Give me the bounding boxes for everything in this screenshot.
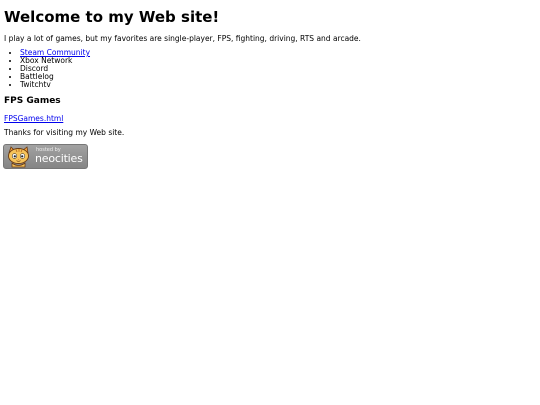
list-item: Twitchtv <box>20 81 90 89</box>
twitchtv-item: Twitchtv <box>20 80 51 89</box>
intro-paragraph: I play a lot of games, but my favorites … <box>4 34 361 43</box>
fps-link-paragraph: FPSGames.html <box>4 114 63 123</box>
neocities-badge[interactable]: hosted by neocities <box>3 144 88 169</box>
section-heading: FPS Games <box>4 96 61 106</box>
neocities-cat-icon <box>8 146 29 168</box>
fps-games-link[interactable]: FPSGames.html <box>4 114 63 123</box>
profile-links-list: Steam Community Xbox Network Discord Bat… <box>4 49 90 89</box>
thanks-paragraph: Thanks for visiting my Web site. <box>4 128 125 137</box>
page: Welcome to my Web site! I play a lot of … <box>0 0 540 405</box>
page-title: Welcome to my Web site! <box>4 8 220 26</box>
badge-brand-text: neocities <box>35 152 83 165</box>
